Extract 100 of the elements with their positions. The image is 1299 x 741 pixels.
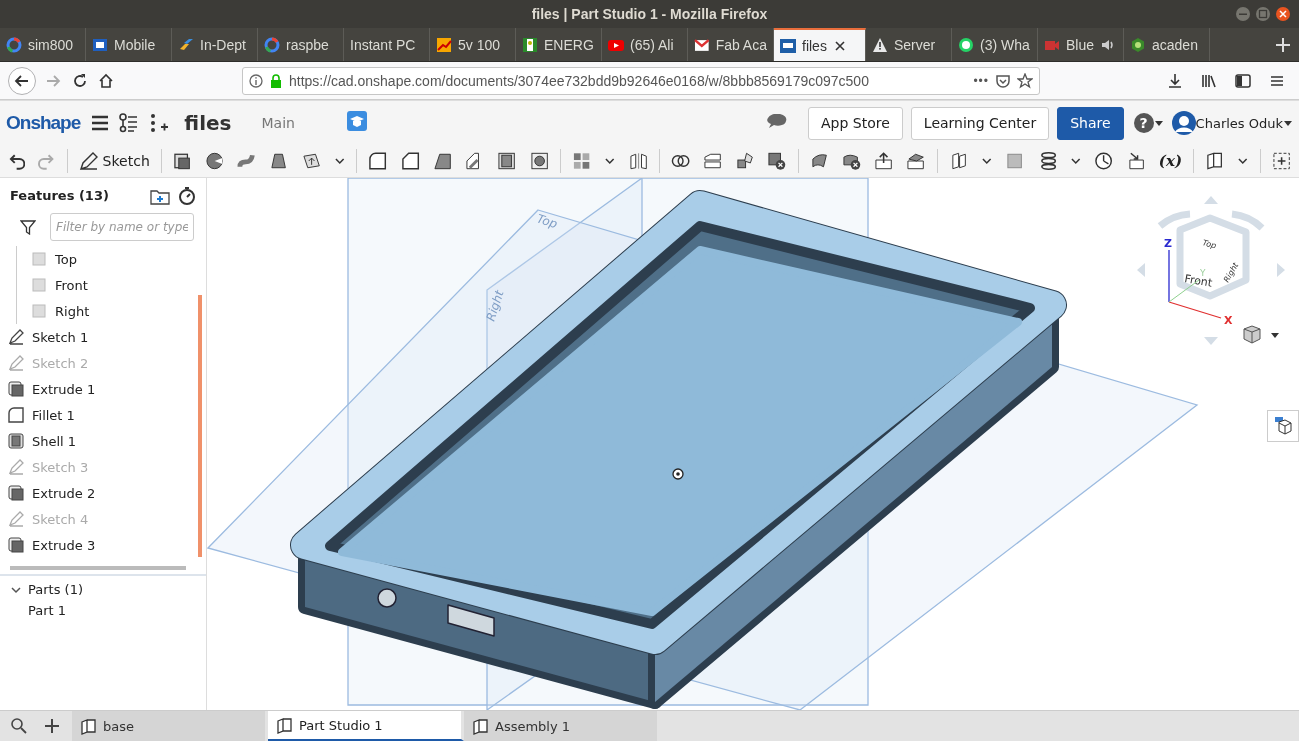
wedge-icon[interactable]	[432, 151, 453, 171]
lightning-icon	[178, 36, 194, 53]
curved-face-icon[interactable]	[809, 151, 829, 171]
browser-tab[interactable]: Server	[866, 28, 952, 61]
header-button[interactable]: App Store	[808, 106, 903, 140]
cube-icon	[8, 537, 24, 553]
share-button[interactable]: Share	[1057, 106, 1124, 140]
plane-icon	[31, 251, 47, 267]
plus-icon[interactable]	[44, 718, 60, 734]
back-button[interactable]	[8, 66, 36, 95]
feature-item[interactable]: Extrude 2	[0, 480, 206, 506]
cube-icon[interactable]	[1242, 324, 1262, 345]
hole-icon[interactable]	[529, 151, 549, 171]
feature-item[interactable]: Shell 1	[0, 428, 206, 454]
logo[interactable]: Onshape	[6, 112, 81, 134]
split-box-icon[interactable]	[703, 151, 723, 171]
browser-tab[interactable]: files	[774, 28, 866, 61]
square-icon[interactable]	[1005, 151, 1025, 171]
browser-tab[interactable]: (3) Wha	[952, 28, 1038, 61]
browser-tab[interactable]: sim800	[0, 28, 86, 61]
library-icon[interactable]	[1201, 72, 1217, 89]
add-feature-icon[interactable]	[1271, 151, 1291, 171]
feature-item[interactable]: Top	[16, 246, 206, 272]
avatar-icon[interactable]	[1171, 111, 1196, 135]
stopwatch-icon[interactable]	[178, 186, 196, 205]
variable-button[interactable]: (x)	[1158, 152, 1182, 170]
sidebar-icon[interactable]	[1235, 72, 1251, 89]
feature-item[interactable]: Extrude 3	[0, 532, 206, 558]
search-icon[interactable]	[10, 717, 28, 735]
help-button[interactable]: ?	[1133, 113, 1154, 133]
grid-icon[interactable]	[571, 151, 592, 171]
document-title[interactable]: files	[184, 111, 232, 135]
menu-icon[interactable]	[90, 113, 111, 133]
pocket-icon[interactable]	[995, 72, 1011, 89]
caret-icon[interactable]	[1270, 330, 1280, 339]
clock-icon[interactable]	[1094, 151, 1114, 171]
rotating-cube-icon[interactable]	[735, 151, 755, 171]
browser-tab[interactable]: ENERG	[516, 28, 602, 61]
feature-item[interactable]: Front	[16, 272, 206, 298]
part-studio-icon	[80, 717, 97, 735]
more-button[interactable]: •••	[973, 73, 989, 88]
parts-header[interactable]: Parts (1)	[10, 582, 196, 597]
pencil-icon	[8, 329, 24, 345]
mirror-icon[interactable]	[628, 151, 648, 171]
sketch-button[interactable]: Sketch	[78, 151, 150, 171]
download-icon[interactable]	[1167, 72, 1183, 89]
sheet-arrow-icon[interactable]	[301, 151, 321, 171]
document-tab[interactable]: base	[72, 711, 268, 741]
document-tab[interactable]: Part Studio 1	[268, 711, 464, 741]
feature-item[interactable]: Sketch 1	[0, 324, 206, 350]
close-icon[interactable]	[832, 38, 847, 53]
pencil-icon	[8, 459, 24, 475]
reload-icon[interactable]	[72, 72, 88, 89]
box-delete-icon[interactable]	[767, 151, 787, 171]
branch-label[interactable]: Main	[261, 115, 295, 131]
document-tab[interactable]: Assembly 1	[464, 711, 660, 741]
close-icon[interactable]	[1275, 6, 1291, 22]
browser-tab[interactable]: raspbe	[258, 28, 344, 61]
browser-tab[interactable]: Mobile	[86, 28, 172, 61]
hollow-box-icon[interactable]	[497, 151, 517, 171]
frustum-icon[interactable]	[269, 151, 289, 171]
image-icon	[436, 36, 452, 53]
browser-tab[interactable]: In-Dept	[172, 28, 258, 61]
caret-icon[interactable]	[1153, 119, 1164, 127]
browser-tab[interactable]: acaden	[1124, 28, 1210, 61]
user-name[interactable]: Charles Oduk	[1195, 115, 1283, 131]
warning-icon	[872, 36, 888, 53]
book-icon[interactable]	[1204, 151, 1225, 171]
open-box-icon[interactable]	[906, 151, 926, 171]
part-studio-icon	[472, 717, 489, 735]
undo-icon[interactable]	[8, 152, 26, 170]
scrollbar[interactable]	[198, 295, 202, 557]
insert-icon[interactable]	[148, 113, 171, 133]
graduation-cap-icon[interactable]	[346, 111, 367, 131]
box-arrow-icon[interactable]	[874, 151, 894, 171]
browser-tab[interactable]: Instant PC	[344, 28, 430, 61]
caret-icon[interactable]	[1283, 119, 1293, 127]
ring-icon	[6, 36, 22, 53]
info-icon[interactable]	[249, 73, 263, 88]
feature-item[interactable]: Fillet 1	[0, 402, 206, 428]
browser-tab[interactable]: (65) Ali	[602, 28, 688, 61]
filter-icon[interactable]	[20, 219, 36, 235]
part-item[interactable]: Part 1	[10, 597, 196, 618]
ring-icon	[264, 36, 280, 53]
hexagon-icon	[1130, 36, 1146, 53]
pie-icon[interactable]	[204, 151, 225, 171]
feature-item[interactable]: Extrude 1	[0, 376, 206, 402]
home-icon[interactable]	[98, 72, 114, 89]
plane-label: Top	[535, 211, 560, 232]
header-button[interactable]: Learning Center	[910, 106, 1050, 140]
browser-tab[interactable]: 5v 100	[430, 28, 516, 61]
address-field[interactable]: https://cad.onshape.com/documents/3074ee732bdd9b92646e0168/w/8bbb8569179c097c500 •••	[242, 66, 1040, 95]
browser-tab[interactable]: Blue	[1038, 28, 1124, 61]
star-icon[interactable]	[1017, 72, 1033, 89]
cube-icon[interactable]	[172, 151, 192, 171]
square-logo-icon	[92, 36, 108, 53]
padlock-icon[interactable]	[269, 73, 283, 88]
minimize-icon[interactable]	[1235, 6, 1251, 22]
box-import-icon[interactable]	[1126, 151, 1146, 171]
side-panel-button[interactable]	[1267, 410, 1299, 442]
